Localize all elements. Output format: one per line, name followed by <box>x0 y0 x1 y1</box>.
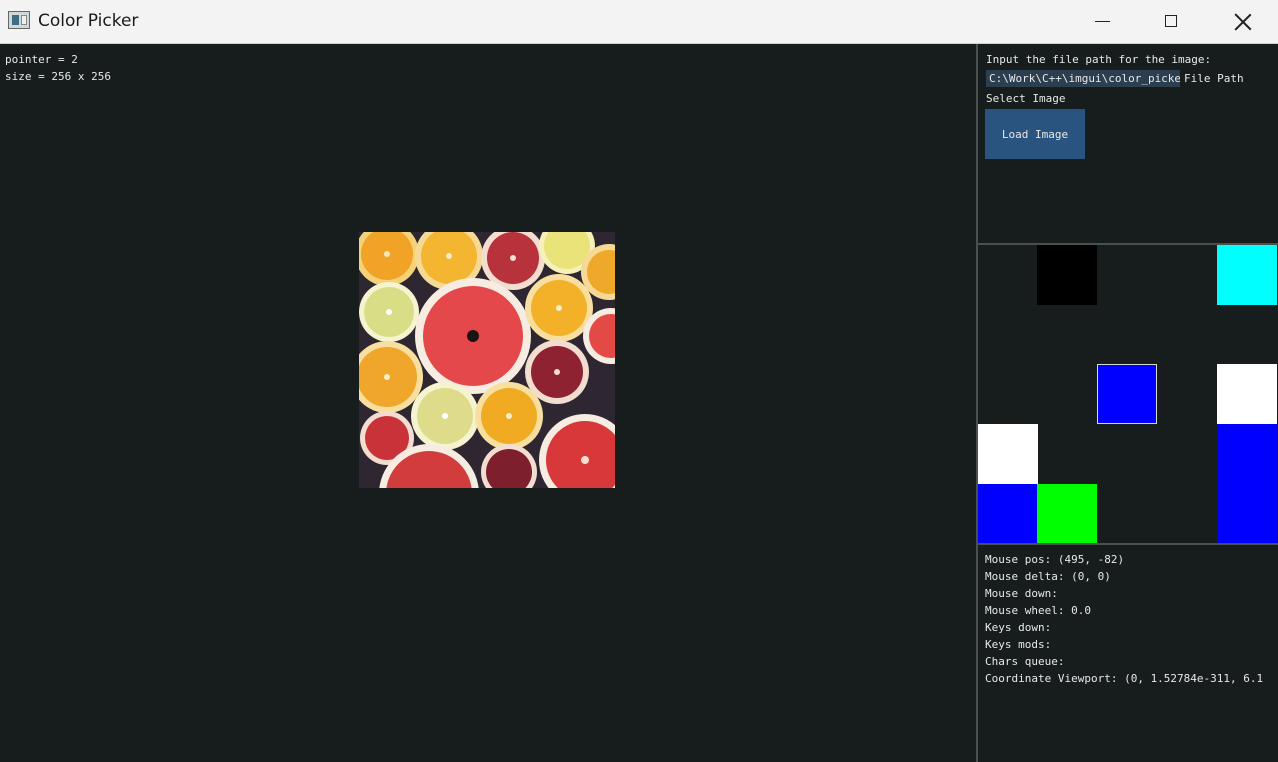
close-icon <box>1234 13 1252 31</box>
mouse-pos-readout: Mouse pos: (495, -82) <box>985 553 1125 566</box>
color-swatch[interactable] <box>1217 484 1277 543</box>
color-swatch-selected[interactable] <box>1097 364 1157 424</box>
app-window: Color Picker pointer = 2 size = 256 x 25… <box>0 0 1278 762</box>
close-button[interactable] <box>1208 0 1278 44</box>
window-title: Color Picker <box>38 11 139 31</box>
color-swatch[interactable] <box>1037 484 1097 543</box>
keys-down-readout: Keys down: <box>985 621 1052 634</box>
keys-mods-readout: Keys mods: <box>985 638 1052 651</box>
color-swatch[interactable] <box>1217 245 1277 305</box>
file-path-value: C:\Work\C++\imgui\color_picker <box>989 72 1180 85</box>
file-path-input[interactable]: C:\Work\C++\imgui\color_picker <box>986 70 1180 87</box>
citrus-slices-image <box>359 232 615 488</box>
path-prompt-label: Input the file path for the image: <box>986 53 1212 66</box>
mouse-wheel-readout: Mouse wheel: 0.0 <box>985 604 1091 617</box>
color-swatch[interactable] <box>978 424 1038 484</box>
load-image-button[interactable]: Load Image <box>985 109 1085 159</box>
file-path-label: File Path <box>1184 72 1244 85</box>
loaded-image[interactable] <box>359 232 615 488</box>
mouse-delta-readout: Mouse delta: (0, 0) <box>985 570 1111 583</box>
debug-info-panel: Mouse pos: (495, -82) Mouse delta: (0, 0… <box>978 545 1278 762</box>
minimize-icon <box>1095 21 1110 22</box>
size-readout: size = 256 x 256 <box>5 70 111 83</box>
maximize-icon <box>1165 15 1177 27</box>
pointer-readout: pointer = 2 <box>5 53 78 66</box>
image-load-panel: Input the file path for the image: C:\Wo… <box>978 44 1278 243</box>
color-swatch[interactable] <box>978 484 1038 543</box>
maximize-button[interactable] <box>1138 0 1208 44</box>
color-swatch[interactable] <box>1217 364 1277 424</box>
minimize-button[interactable] <box>1068 0 1138 44</box>
mouse-down-readout: Mouse down: <box>985 587 1058 600</box>
app-icon <box>8 11 30 29</box>
color-swatch[interactable] <box>1217 424 1277 484</box>
color-swatch[interactable] <box>1037 245 1097 305</box>
title-bar[interactable]: Color Picker <box>0 0 1278 44</box>
color-swatch-grid <box>978 245 1278 543</box>
coordinate-viewport-readout: Coordinate Viewport: (0, 1.52784e-311, 6… <box>985 672 1264 685</box>
chars-queue-readout: Chars queue: <box>985 655 1065 668</box>
select-image-label: Select Image <box>986 92 1066 105</box>
